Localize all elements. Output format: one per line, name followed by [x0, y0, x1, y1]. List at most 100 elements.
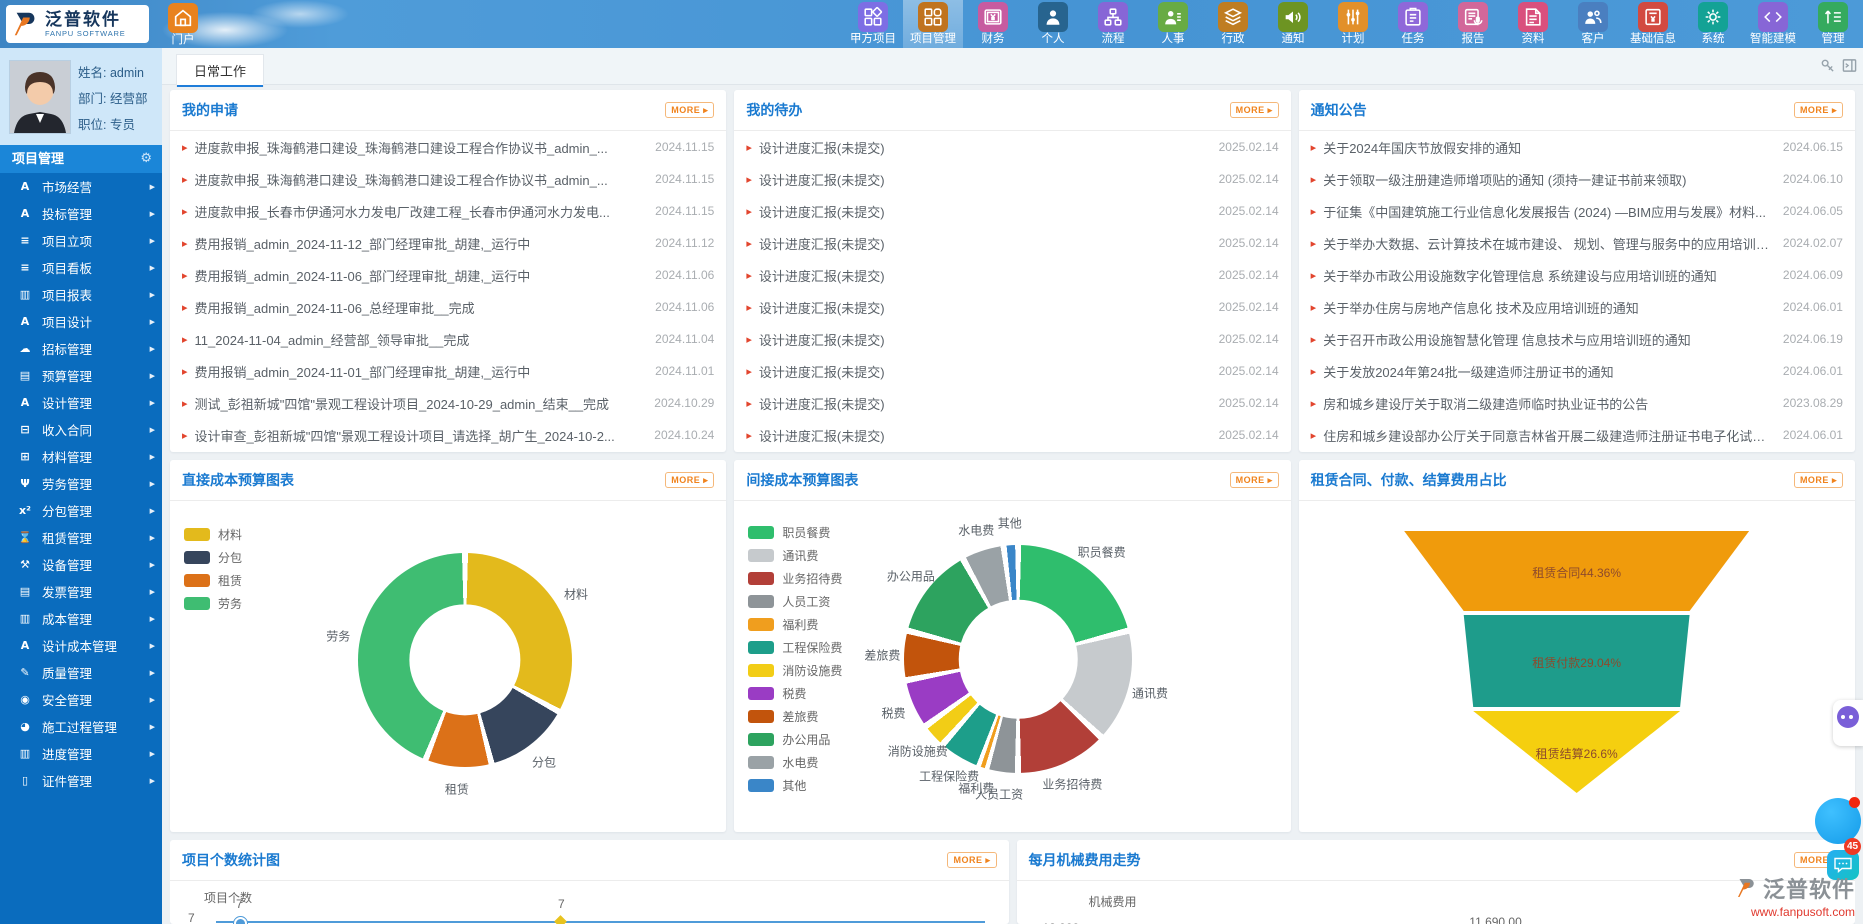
list-item[interactable]: ▸ 关于领取一级注册建造师增项贴的通知 (须持一建证书前来领取) 2024.06… — [1299, 163, 1855, 195]
legend-item[interactable]: 业务招待费 — [748, 567, 842, 590]
legend-item[interactable]: 职员餐费 — [748, 521, 842, 544]
sidebar-item-invoice[interactable]: ▤ 发票管理 ▶ — [0, 578, 162, 605]
collapse-panel-icon[interactable] — [1842, 58, 1857, 73]
sidebar-item-bidding[interactable]: A 投标管理 ▶ — [0, 200, 162, 227]
list-item[interactable]: ▸ 关于2024年国庆节放假安排的通知 2024.06.15 — [1299, 131, 1855, 163]
indirect-cost-donut-chart[interactable] — [904, 545, 1132, 773]
legend-item[interactable]: 税费 — [748, 682, 842, 705]
more-button[interactable]: MORE ▸ — [665, 102, 714, 118]
sidebar-item-quality[interactable]: ✎ 质量管理 ▶ — [0, 659, 162, 686]
list-item[interactable]: ▸ 关于召开市政公用设施智慧化管理 信息技术与应用培训班的通知 2024.06.… — [1299, 323, 1855, 355]
nav-item-jiafang[interactable]: 甲方项目 — [843, 0, 903, 48]
sidebar-item-market[interactable]: A 市场经营 ▶ — [0, 173, 162, 200]
nav-item-xmgl[interactable]: 项目管理 — [903, 0, 963, 48]
legend-item[interactable]: 办公用品 — [748, 728, 842, 751]
list-item[interactable]: ▸ 设计进度汇报(未提交) 2025.02.14 — [734, 131, 1290, 163]
tab-daily-work[interactable]: 日常工作 — [176, 54, 264, 87]
legend-item[interactable]: 劳务 — [184, 592, 242, 615]
legend-item[interactable]: 工程保险费 — [748, 636, 842, 659]
list-item[interactable]: ▸ 费用报销_admin_2024-11-06_总经理审批__完成 2024.1… — [170, 291, 726, 323]
list-item[interactable]: ▸ 于征集《中国建筑施工行业信息化发展报告 (2024) —BIM应用与发展》材… — [1299, 195, 1855, 227]
legend-item[interactable]: 消防设施费 — [748, 659, 842, 682]
list-item[interactable]: ▸ 进度款申报_珠海鹤港口建设_珠海鹤港口建设工程合作协议书_admin_...… — [170, 163, 726, 195]
sidebar-item-design-mgmt[interactable]: A 设计管理 ▶ — [0, 389, 162, 416]
list-item[interactable]: ▸ 关于举办住房与房地产信息化 技术及应用培训班的通知 2024.06.01 — [1299, 291, 1855, 323]
list-item[interactable]: ▸ 设计审查_彭祖新城"四馆"景观工程设计项目_请选择_胡广生_2024-10-… — [170, 419, 726, 451]
sidebar-item-safety[interactable]: ◉ 安全管理 ▶ — [0, 686, 162, 713]
legend-item[interactable]: 福利费 — [748, 613, 842, 636]
sidebar-item-project-design[interactable]: A 项目设计 ▶ — [0, 308, 162, 335]
direct-cost-donut-chart[interactable] — [358, 553, 572, 767]
sidebar-section-header[interactable]: 项目管理 ⚙ — [0, 145, 162, 173]
sidebar-item-kanban[interactable]: ≡ 项目看板 ▶ — [0, 254, 162, 281]
sidebar-item-design-cost[interactable]: A 设计成本管理 ▶ — [0, 632, 162, 659]
nav-item-ziliao[interactable]: 资料 — [1503, 0, 1563, 48]
more-button[interactable]: MORE ▸ — [665, 472, 714, 488]
list-item[interactable]: ▸ 关于举办市政公用设施数字化管理信息 系统建设与应用培训班的通知 2024.0… — [1299, 259, 1855, 291]
list-item[interactable]: ▸ 进度款申报_长春市伊通河水力发电厂改建工程_长春市伊通河水力发电... 20… — [170, 195, 726, 227]
list-item[interactable]: ▸ 测试_彭祖新城"四馆"景观工程设计项目_2024-10-29_admin_结… — [170, 387, 726, 419]
rental-funnel-chart[interactable]: 租赁合同44.36%租赁付款29.04%租赁结算26.6% — [1299, 501, 1855, 832]
sidebar-item-certificate[interactable]: ▯ 证件管理 ▶ — [0, 767, 162, 794]
legend-item[interactable]: 其他 — [748, 774, 842, 797]
sidebar-item-initiation[interactable]: ≡ 项目立项 ▶ — [0, 227, 162, 254]
legend-item[interactable]: 通讯费 — [748, 544, 842, 567]
sidebar-item-labor[interactable]: Ψ 劳务管理 ▶ — [0, 470, 162, 497]
legend-item[interactable]: 水电费 — [748, 751, 842, 774]
sidebar-item-subcontract[interactable]: x² 分包管理 ▶ — [0, 497, 162, 524]
list-item[interactable]: ▸ 设计进度汇报(未提交) 2025.02.14 — [734, 163, 1290, 195]
list-item[interactable]: ▸ 11_2024-11-04_admin_经营部_领导审批__完成 2024.… — [170, 323, 726, 355]
nav-item-jichu[interactable]: 基础信息 — [1623, 0, 1683, 48]
sidebar-item-construction[interactable]: ◕ 施工过程管理 ▶ — [0, 713, 162, 740]
legend-item[interactable]: 租赁 — [184, 569, 242, 592]
more-button[interactable]: MORE ▸ — [1794, 472, 1843, 488]
nav-item-liucheng[interactable]: 流程 — [1083, 0, 1143, 48]
legend-item[interactable]: 材料 — [184, 523, 242, 546]
list-item[interactable]: ▸ 设计进度汇报(未提交) 2025.02.14 — [734, 419, 1290, 451]
legend-item[interactable]: 差旅费 — [748, 705, 842, 728]
list-item[interactable]: ▸ 住房和城乡建设部办公厅关于同意吉林省开展二级建造师注册证书电子化试点... … — [1299, 419, 1855, 451]
list-item[interactable]: ▸ 费用报销_admin_2024-11-06_部门经理审批_胡建,_运行中 2… — [170, 259, 726, 291]
list-item[interactable]: ▸ 关于发放2024年第24批一级建造师注册证书的通知 2024.06.01 — [1299, 355, 1855, 387]
legend-item[interactable]: 人员工资 — [748, 590, 842, 613]
list-item[interactable]: ▸ 进度款申报_珠海鹤港口建设_珠海鹤港口建设工程合作协议书_admin_...… — [170, 131, 726, 163]
sidebar-item-budget[interactable]: ▤ 预算管理 ▶ — [0, 362, 162, 389]
nav-item-renwu[interactable]: 任务 — [1383, 0, 1443, 48]
list-item[interactable]: ▸ 费用报销_admin_2024-11-01_部门经理审批_胡建,_运行中 2… — [170, 355, 726, 387]
nav-item-xitong[interactable]: 系统 — [1683, 0, 1743, 48]
list-item[interactable]: ▸ 设计进度汇报(未提交) 2025.02.14 — [734, 323, 1290, 355]
machine-cost-chart[interactable]: 机械费用 12,000 11,690.00 — [1017, 881, 1856, 924]
list-item[interactable]: ▸ 费用报销_admin_2024-11-12_部门经理审批_胡建,_运行中 2… — [170, 227, 726, 259]
password-key-icon[interactable] — [1820, 58, 1835, 73]
nav-item-tongzhi[interactable]: 通知 — [1263, 0, 1323, 48]
project-count-chart[interactable]: 项目个数 7 7 7 — [170, 881, 1009, 924]
list-item[interactable]: ▸ 设计进度汇报(未提交) 2025.02.14 — [734, 259, 1290, 291]
nav-item-xingzheng[interactable]: 行政 — [1203, 0, 1263, 48]
sidebar-item-cost[interactable]: ▥ 成本管理 ▶ — [0, 605, 162, 632]
list-item[interactable]: ▸ 房和城乡建设厅关于取消二级建造师临时执业证书的公告 2023.08.29 — [1299, 387, 1855, 419]
list-item[interactable]: ▸ 设计进度汇报(未提交) 2025.02.14 — [734, 227, 1290, 259]
sidebar-item-progress[interactable]: ▥ 进度管理 ▶ — [0, 740, 162, 767]
nav-item-zhineng[interactable]: 智能建模 — [1743, 0, 1803, 48]
more-button[interactable]: MORE ▸ — [1794, 102, 1843, 118]
list-item[interactable]: ▸ 设计进度汇报(未提交) 2025.02.14 — [734, 355, 1290, 387]
more-button[interactable]: MORE ▸ — [1230, 472, 1279, 488]
nav-item-portal[interactable]: 门户 — [162, 2, 204, 47]
side-widget-button[interactable] — [1833, 700, 1863, 746]
sidebar-item-rental[interactable]: ⌛ 租赁管理 ▶ — [0, 524, 162, 551]
sidebar-item-equipment[interactable]: ⚒ 设备管理 ▶ — [0, 551, 162, 578]
more-button[interactable]: MORE ▸ — [1230, 102, 1279, 118]
sidebar-item-material[interactable]: ⊞ 材料管理 ▶ — [0, 443, 162, 470]
list-item[interactable]: ▸ 关于举办大数据、云计算技术在城市建设、 规划、管理与服务中的应用培训班...… — [1299, 227, 1855, 259]
nav-item-renshi[interactable]: 人事 — [1143, 0, 1203, 48]
list-item[interactable]: ▸ 设计进度汇报(未提交) 2025.02.14 — [734, 291, 1290, 323]
nav-item-geren[interactable]: 个人 — [1023, 0, 1083, 48]
sidebar-item-tender[interactable]: ☁ 招标管理 ▶ — [0, 335, 162, 362]
nav-item-jihua[interactable]: 计划 — [1323, 0, 1383, 48]
nav-item-guanli[interactable]: 管理 — [1803, 0, 1863, 48]
settings-gear-icon[interactable]: ⚙ — [140, 145, 152, 173]
list-item[interactable]: ▸ 设计进度汇报(未提交) 2025.02.14 — [734, 195, 1290, 227]
nav-item-caiwu[interactable]: 财务 — [963, 0, 1023, 48]
list-item[interactable]: ▸ 设计进度汇报(未提交) 2025.02.14 — [734, 387, 1290, 419]
more-button[interactable]: MORE ▸ — [947, 852, 996, 868]
